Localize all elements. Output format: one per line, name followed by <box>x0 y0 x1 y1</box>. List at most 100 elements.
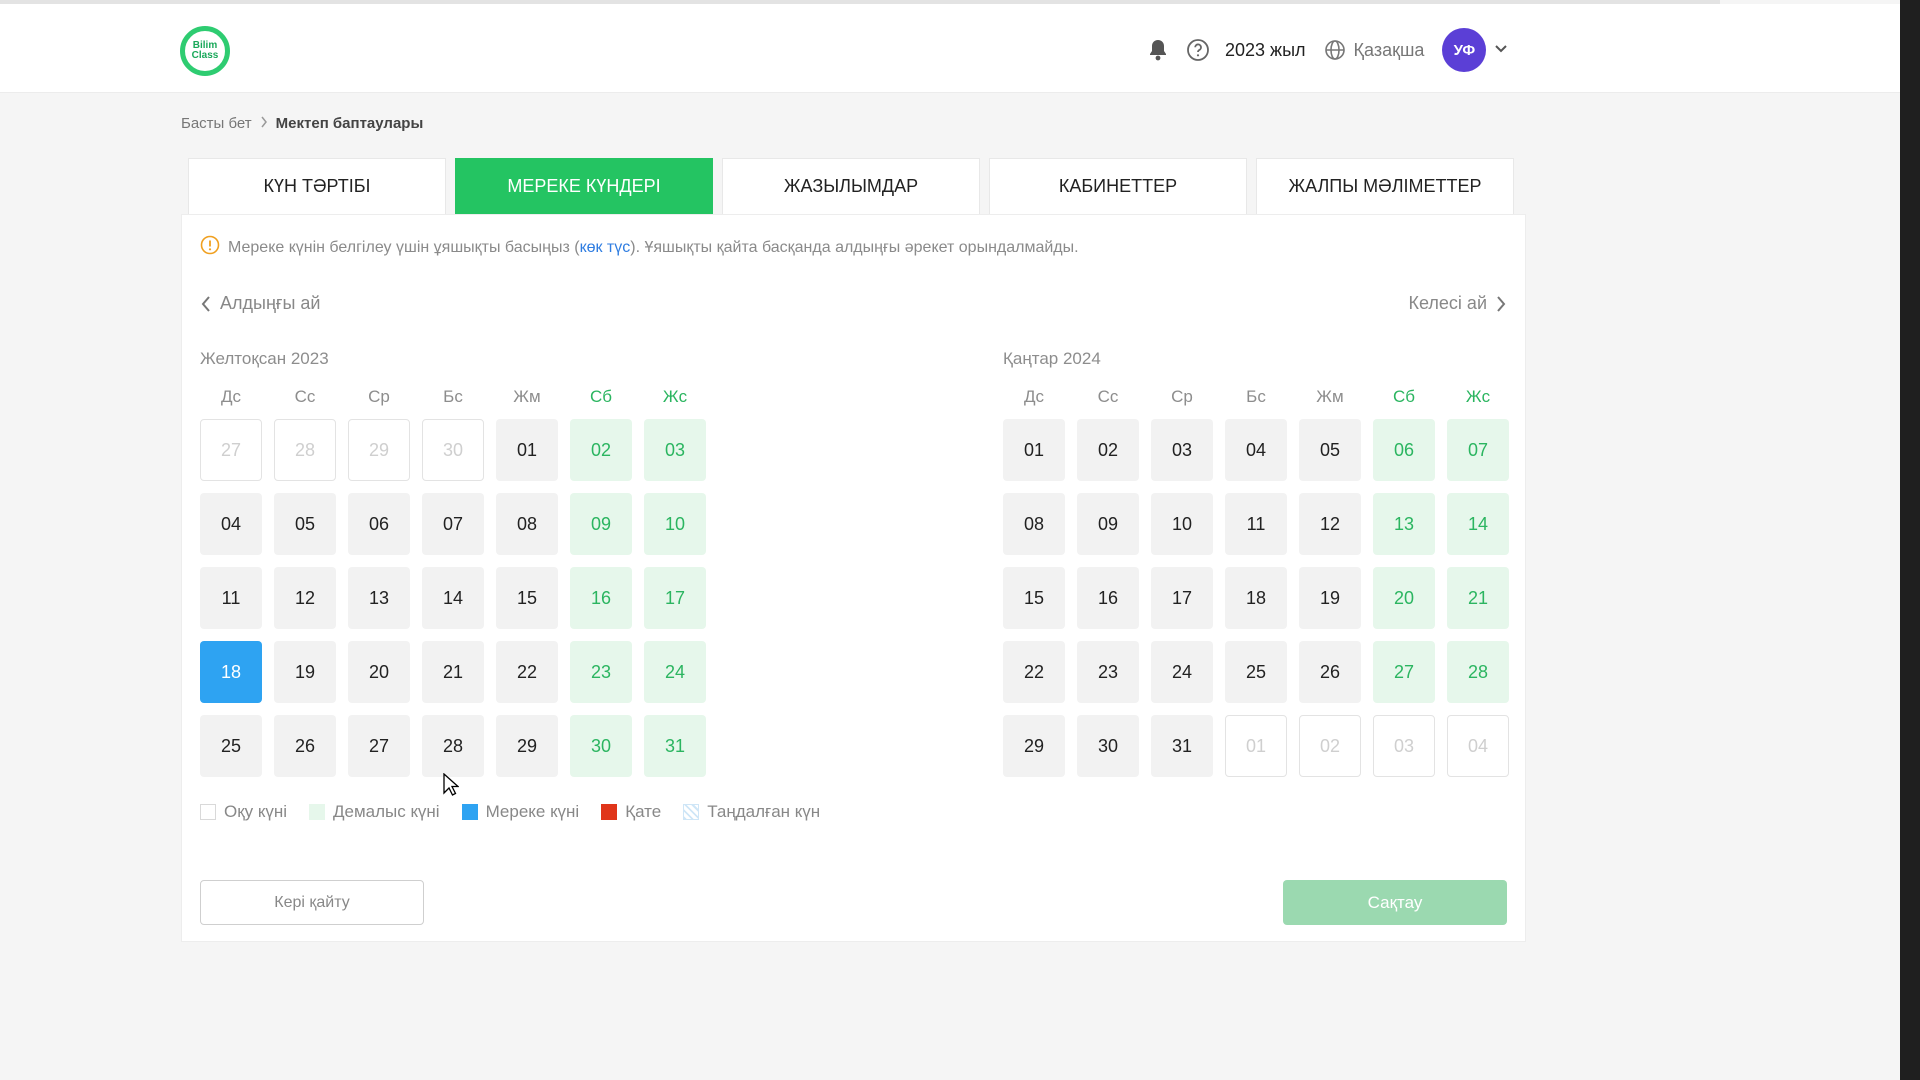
weekday-label: Сс <box>294 387 316 406</box>
calendar-day[interactable]: 25 <box>1225 641 1287 703</box>
calendar-day[interactable]: 29 <box>1003 715 1065 777</box>
calendar-day[interactable]: 10 <box>644 493 706 555</box>
calendar-day[interactable]: 28 <box>1447 641 1509 703</box>
calendar-day[interactable]: 26 <box>1299 641 1361 703</box>
calendar-day[interactable]: 16 <box>570 567 632 629</box>
calendar-day[interactable]: 22 <box>496 641 558 703</box>
weekday-label: Сб <box>1392 387 1415 406</box>
calendar-day[interactable]: 22 <box>1003 641 1065 703</box>
tab-cabinets[interactable]: КАБИНЕТТЕР <box>989 158 1247 214</box>
legend-swatch <box>309 804 325 820</box>
calendar-day[interactable]: 23 <box>570 641 632 703</box>
calendar-day[interactable]: 14 <box>422 567 484 629</box>
calendar-day[interactable]: 09 <box>1077 493 1139 555</box>
calendar-day[interactable]: 04 <box>200 493 262 555</box>
prev-month-button[interactable]: Алдыңғы ай <box>200 293 320 314</box>
weekday-header: Дс Сс Ср Бс Жм Сб Жс <box>200 387 718 407</box>
calendar-day[interactable]: 08 <box>496 493 558 555</box>
save-button[interactable]: Сақтау <box>1283 880 1507 925</box>
legend-item: Таңдалған күн <box>683 802 820 822</box>
tab-subscriptions[interactable]: ЖАЗЫЛЫМДАР <box>722 158 980 214</box>
calendar-day[interactable]: 27 <box>1373 641 1435 703</box>
chevron-down-icon[interactable] <box>1494 41 1508 59</box>
back-button[interactable]: Кері қайту <box>200 880 424 925</box>
chevron-left-icon <box>201 295 210 312</box>
help-icon[interactable] <box>1185 37 1211 63</box>
calendar-day[interactable]: 04 <box>1225 419 1287 481</box>
calendar-day[interactable]: 06 <box>348 493 410 555</box>
tab-general-info[interactable]: ЖАЛПЫ МӘЛІМЕТТЕР <box>1256 158 1514 214</box>
calendar-day[interactable]: 01 <box>1003 419 1065 481</box>
tab-schedule[interactable]: КҮН ТӘРТІБІ <box>188 158 446 214</box>
calendar-day[interactable]: 30 <box>1077 715 1139 777</box>
calendar-day[interactable]: 17 <box>1151 567 1213 629</box>
weekday-label: Жм <box>513 387 541 406</box>
calendar-day[interactable]: 12 <box>1299 493 1361 555</box>
calendar-day: 04 <box>1447 715 1509 777</box>
calendar-day[interactable]: 25 <box>200 715 262 777</box>
calendar-day[interactable]: 24 <box>644 641 706 703</box>
calendar-day[interactable]: 15 <box>496 567 558 629</box>
calendar-day[interactable]: 30 <box>570 715 632 777</box>
calendar-day: 29 <box>348 419 410 481</box>
calendar-day[interactable]: 21 <box>1447 567 1509 629</box>
breadcrumb-home[interactable]: Басты бет <box>181 115 252 132</box>
legend-item: Қате <box>601 802 661 822</box>
calendar-day[interactable]: 26 <box>274 715 336 777</box>
calendar-day[interactable]: 13 <box>348 567 410 629</box>
calendar-day[interactable]: 05 <box>274 493 336 555</box>
calendar-day[interactable]: 29 <box>496 715 558 777</box>
calendar-day[interactable]: 07 <box>422 493 484 555</box>
calendar-day[interactable]: 18 <box>1225 567 1287 629</box>
calendar-day[interactable]: 20 <box>348 641 410 703</box>
calendar-day[interactable]: 02 <box>1077 419 1139 481</box>
weekday-label: Ср <box>1171 387 1193 406</box>
weekday-label: Бс <box>1246 387 1266 406</box>
calendar-day[interactable]: 11 <box>1225 493 1287 555</box>
next-month-button[interactable]: Келесі ай <box>1409 293 1507 314</box>
calendar-day[interactable]: 24 <box>1151 641 1213 703</box>
year-selector[interactable]: 2023 жыл <box>1225 40 1306 61</box>
calendar-day: 27 <box>200 419 262 481</box>
calendar-day[interactable]: 03 <box>644 419 706 481</box>
calendar-day[interactable]: 19 <box>274 641 336 703</box>
calendar-day[interactable]: 02 <box>570 419 632 481</box>
tab-holidays[interactable]: МЕРЕКЕ КҮНДЕРІ <box>455 158 713 214</box>
calendar-day[interactable]: 03 <box>1151 419 1213 481</box>
calendar-day[interactable]: 17 <box>644 567 706 629</box>
logo[interactable]: Bilim Class <box>180 26 230 76</box>
calendar-day[interactable]: 12 <box>274 567 336 629</box>
calendar-day[interactable]: 15 <box>1003 567 1065 629</box>
calendar-day[interactable]: 23 <box>1077 641 1139 703</box>
weekday-label: Жм <box>1316 387 1344 406</box>
calendar-day[interactable]: 05 <box>1299 419 1361 481</box>
weekday-header: Дс Сс Ср Бс Жм Сб Жс <box>1003 387 1521 407</box>
month-title: Желтоқсан 2023 <box>200 349 329 368</box>
calendar-day[interactable]: 07 <box>1447 419 1509 481</box>
calendar-day[interactable]: 27 <box>348 715 410 777</box>
calendar-day[interactable]: 18 <box>200 641 262 703</box>
calendar-day[interactable]: 13 <box>1373 493 1435 555</box>
avatar[interactable]: УФ <box>1442 28 1487 72</box>
calendar-day: 01 <box>1225 715 1287 777</box>
app-header: Bilim Class 2023 жыл Қазақша УФ <box>0 4 1900 93</box>
calendar-day[interactable]: 21 <box>422 641 484 703</box>
calendar-day[interactable]: 31 <box>644 715 706 777</box>
calendar-day[interactable]: 01 <box>496 419 558 481</box>
bell-icon[interactable] <box>1145 37 1171 63</box>
language-label: Қазақша <box>1353 39 1425 60</box>
calendar-day[interactable]: 09 <box>570 493 632 555</box>
weekday-label: Бс <box>443 387 463 406</box>
calendar-day[interactable]: 16 <box>1077 567 1139 629</box>
calendar-day[interactable]: 31 <box>1151 715 1213 777</box>
calendar-day[interactable]: 11 <box>200 567 262 629</box>
calendar-day[interactable]: 28 <box>422 715 484 777</box>
calendar-day[interactable]: 10 <box>1151 493 1213 555</box>
chevron-right-icon <box>260 115 268 132</box>
calendar-day[interactable]: 06 <box>1373 419 1435 481</box>
calendar-day[interactable]: 14 <box>1447 493 1509 555</box>
calendar-day[interactable]: 08 <box>1003 493 1065 555</box>
calendar-day[interactable]: 19 <box>1299 567 1361 629</box>
language-selector[interactable]: Қазақша <box>1324 39 1425 61</box>
calendar-day[interactable]: 20 <box>1373 567 1435 629</box>
